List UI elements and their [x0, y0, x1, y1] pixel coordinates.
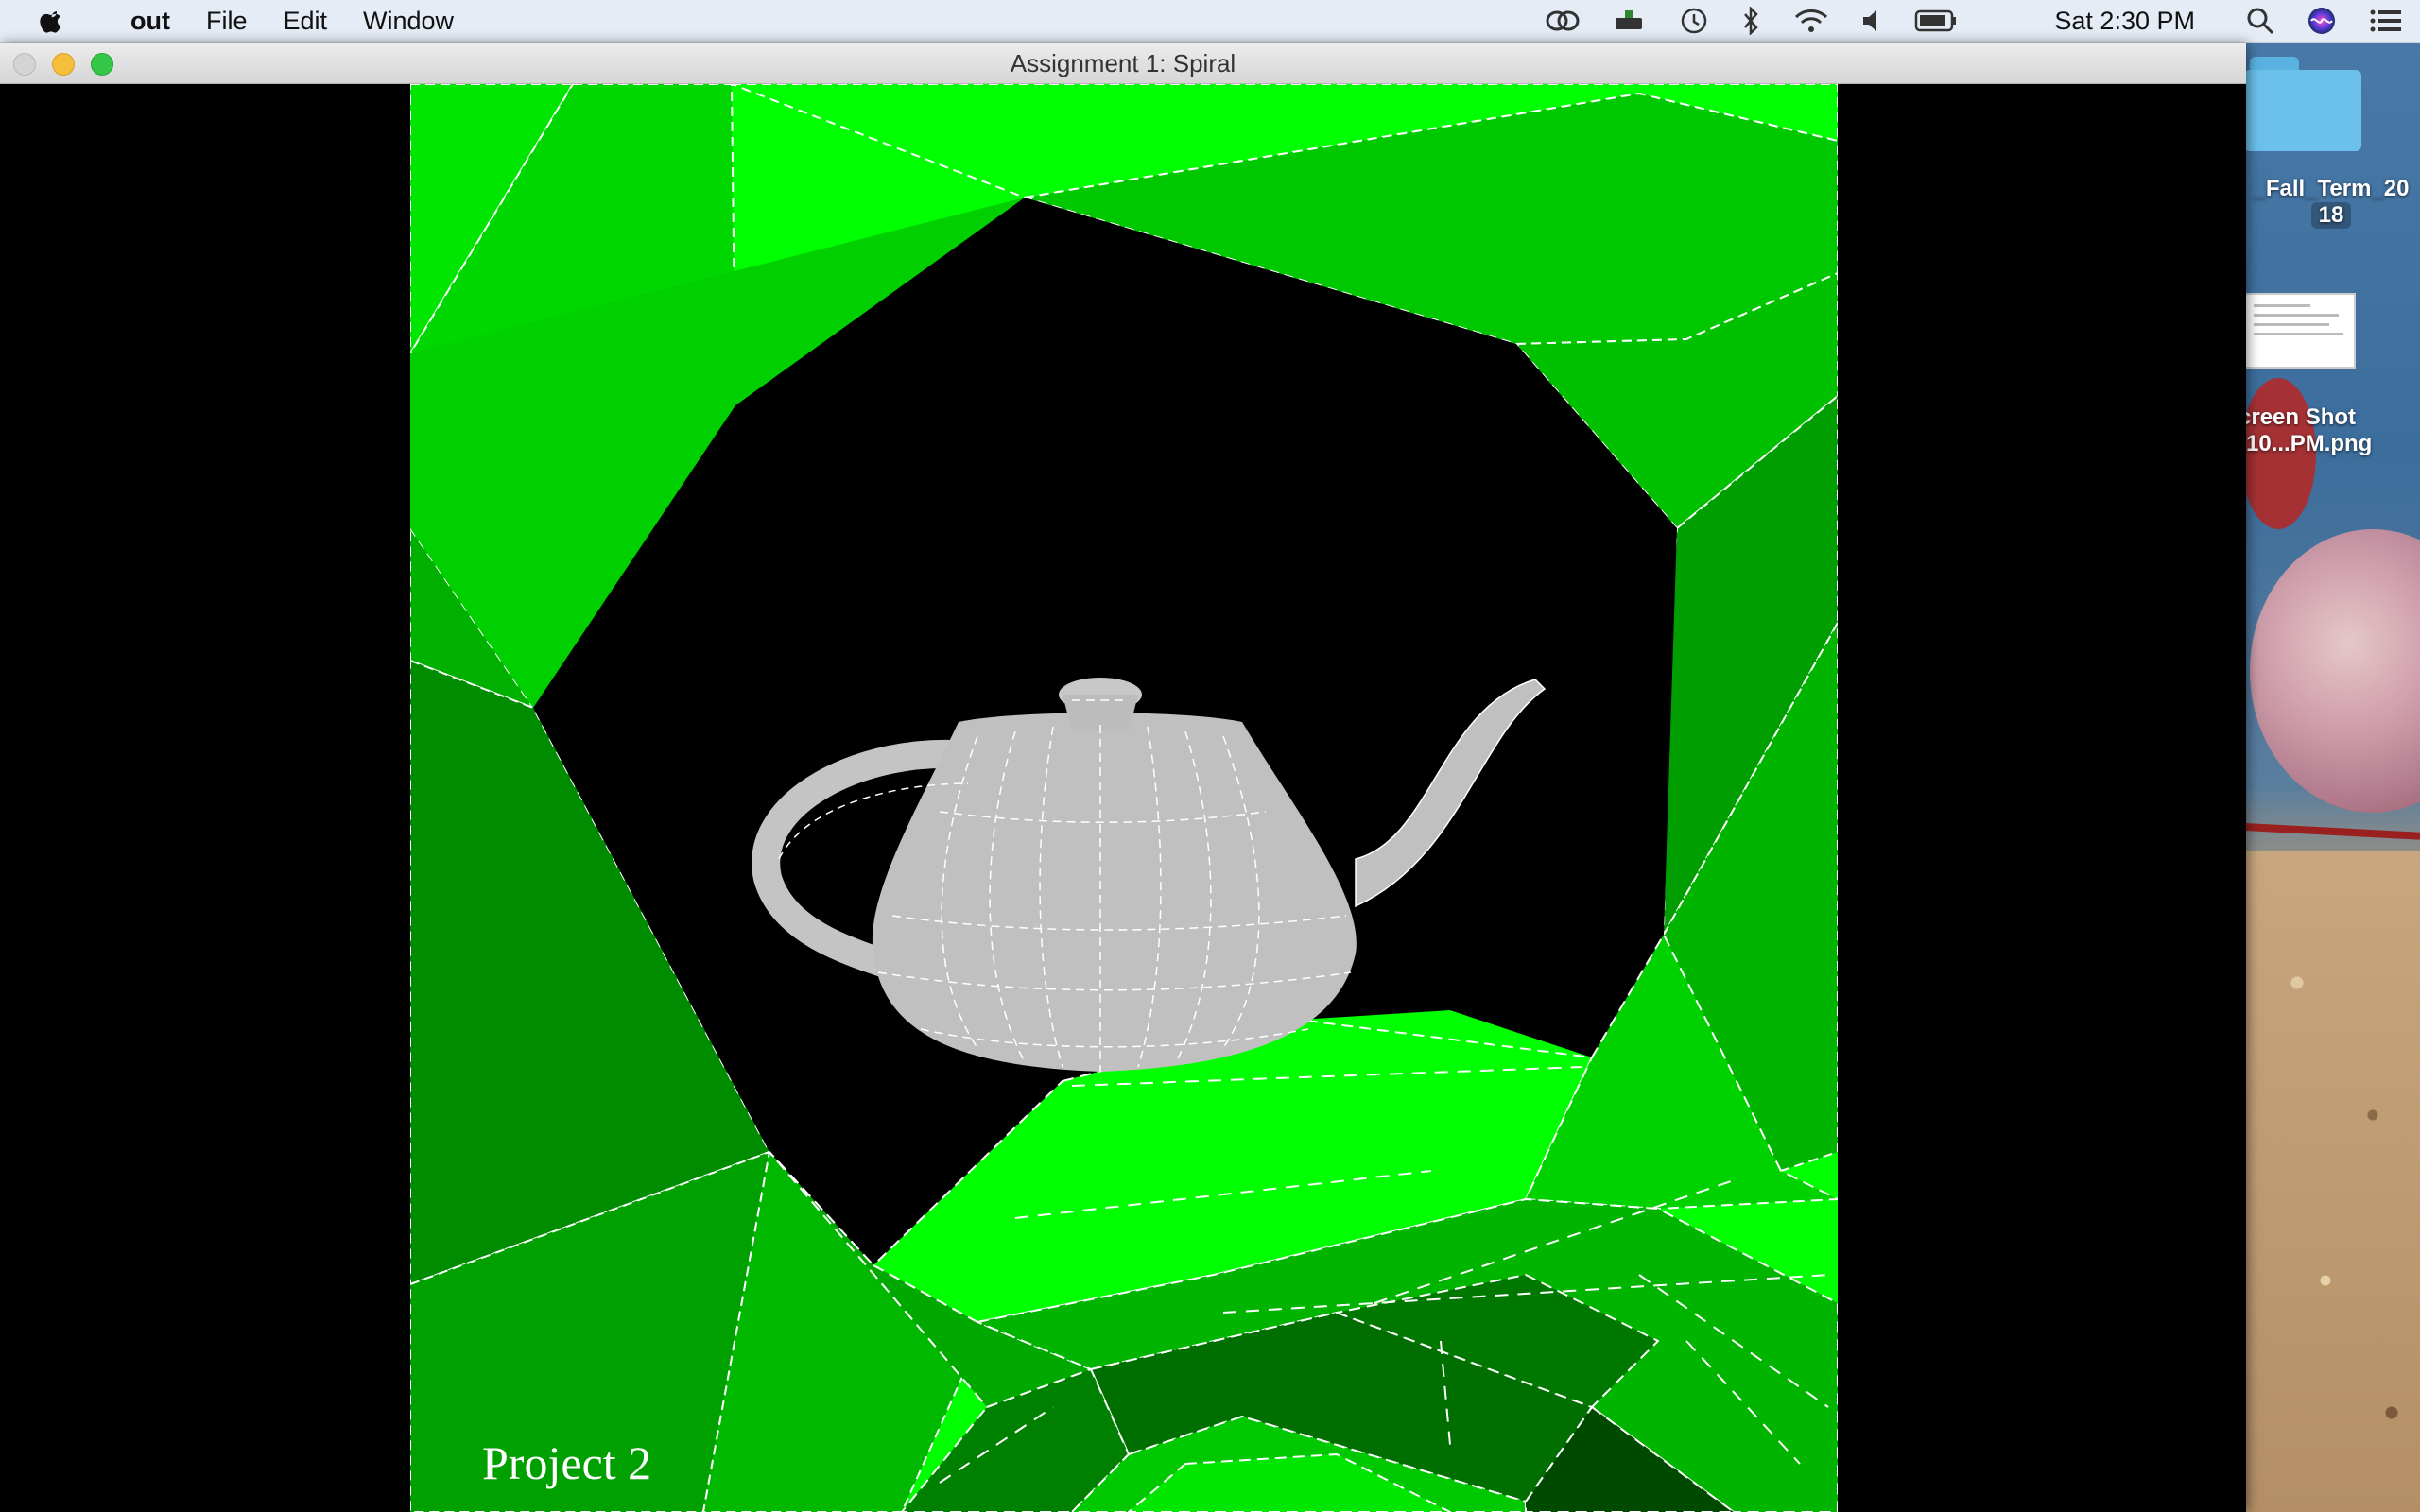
window-title: Assignment 1: Spiral — [1010, 49, 1236, 77]
app-window: Assignment 1: Spiral Project 2 — [0, 43, 2246, 1512]
usb-drive-icon[interactable] — [1612, 7, 1646, 35]
desktop-folder-icon[interactable] — [2244, 57, 2361, 151]
window-minimize-button[interactable] — [52, 53, 75, 76]
menu-file[interactable]: File — [206, 7, 248, 36]
folder-label-line2: 18 — [2310, 202, 2352, 229]
window-zoom-button[interactable] — [91, 53, 113, 76]
bluetooth-icon[interactable] — [1742, 7, 1761, 35]
window-titlebar[interactable]: Assignment 1: Spiral — [0, 43, 2246, 84]
wallpaper-balloon-glow — [2250, 529, 2420, 813]
menu-edit[interactable]: Edit — [284, 7, 328, 36]
menu-window[interactable]: Window — [363, 7, 454, 36]
file-label-line1: creen Shot — [2238, 404, 2357, 430]
desktop-screenshot-file-icon[interactable] — [2244, 293, 2356, 369]
project-label: Project 2 — [482, 1436, 652, 1489]
french-flag-icon[interactable] — [1990, 9, 2022, 32]
file-label-line2: -10...PM.png — [2238, 431, 2373, 456]
wifi-icon[interactable] — [1793, 8, 1829, 34]
battery-icon[interactable] — [1914, 9, 1958, 33]
apple-menu-icon[interactable] — [38, 7, 66, 35]
window-close-button[interactable] — [13, 53, 36, 76]
opengl-canvas[interactable]: Project 2 — [0, 84, 2246, 1512]
wallpaper-horizon — [2239, 822, 2420, 841]
spiral-tunnel-render — [410, 84, 1838, 1512]
folder-label-line1: _Fall_Term_20 — [2253, 176, 2410, 201]
menu-bar: out File Edit Window Sat 2:30 PM — [0, 0, 2420, 43]
notification-center-icon[interactable] — [2369, 8, 2403, 34]
desktop-screenshot-file-label[interactable]: creen Shot -10...PM.png — [2238, 404, 2420, 457]
creative-cloud-icon[interactable] — [1546, 9, 1580, 33]
time-machine-icon[interactable] — [1678, 6, 1710, 36]
volume-icon[interactable] — [1861, 8, 1882, 34]
desktop-folder-label[interactable]: _Fall_Term_20 18 — [2246, 176, 2416, 229]
menu-app-name[interactable]: out — [130, 7, 170, 36]
menu-clock[interactable]: Sat 2:30 PM — [2054, 7, 2195, 36]
siri-icon[interactable] — [2307, 6, 2337, 36]
spotlight-search-icon[interactable] — [2246, 7, 2274, 35]
wallpaper-desert — [2240, 850, 2420, 1512]
menu-extras: Sat 2:30 PM — [1546, 0, 2420, 42]
